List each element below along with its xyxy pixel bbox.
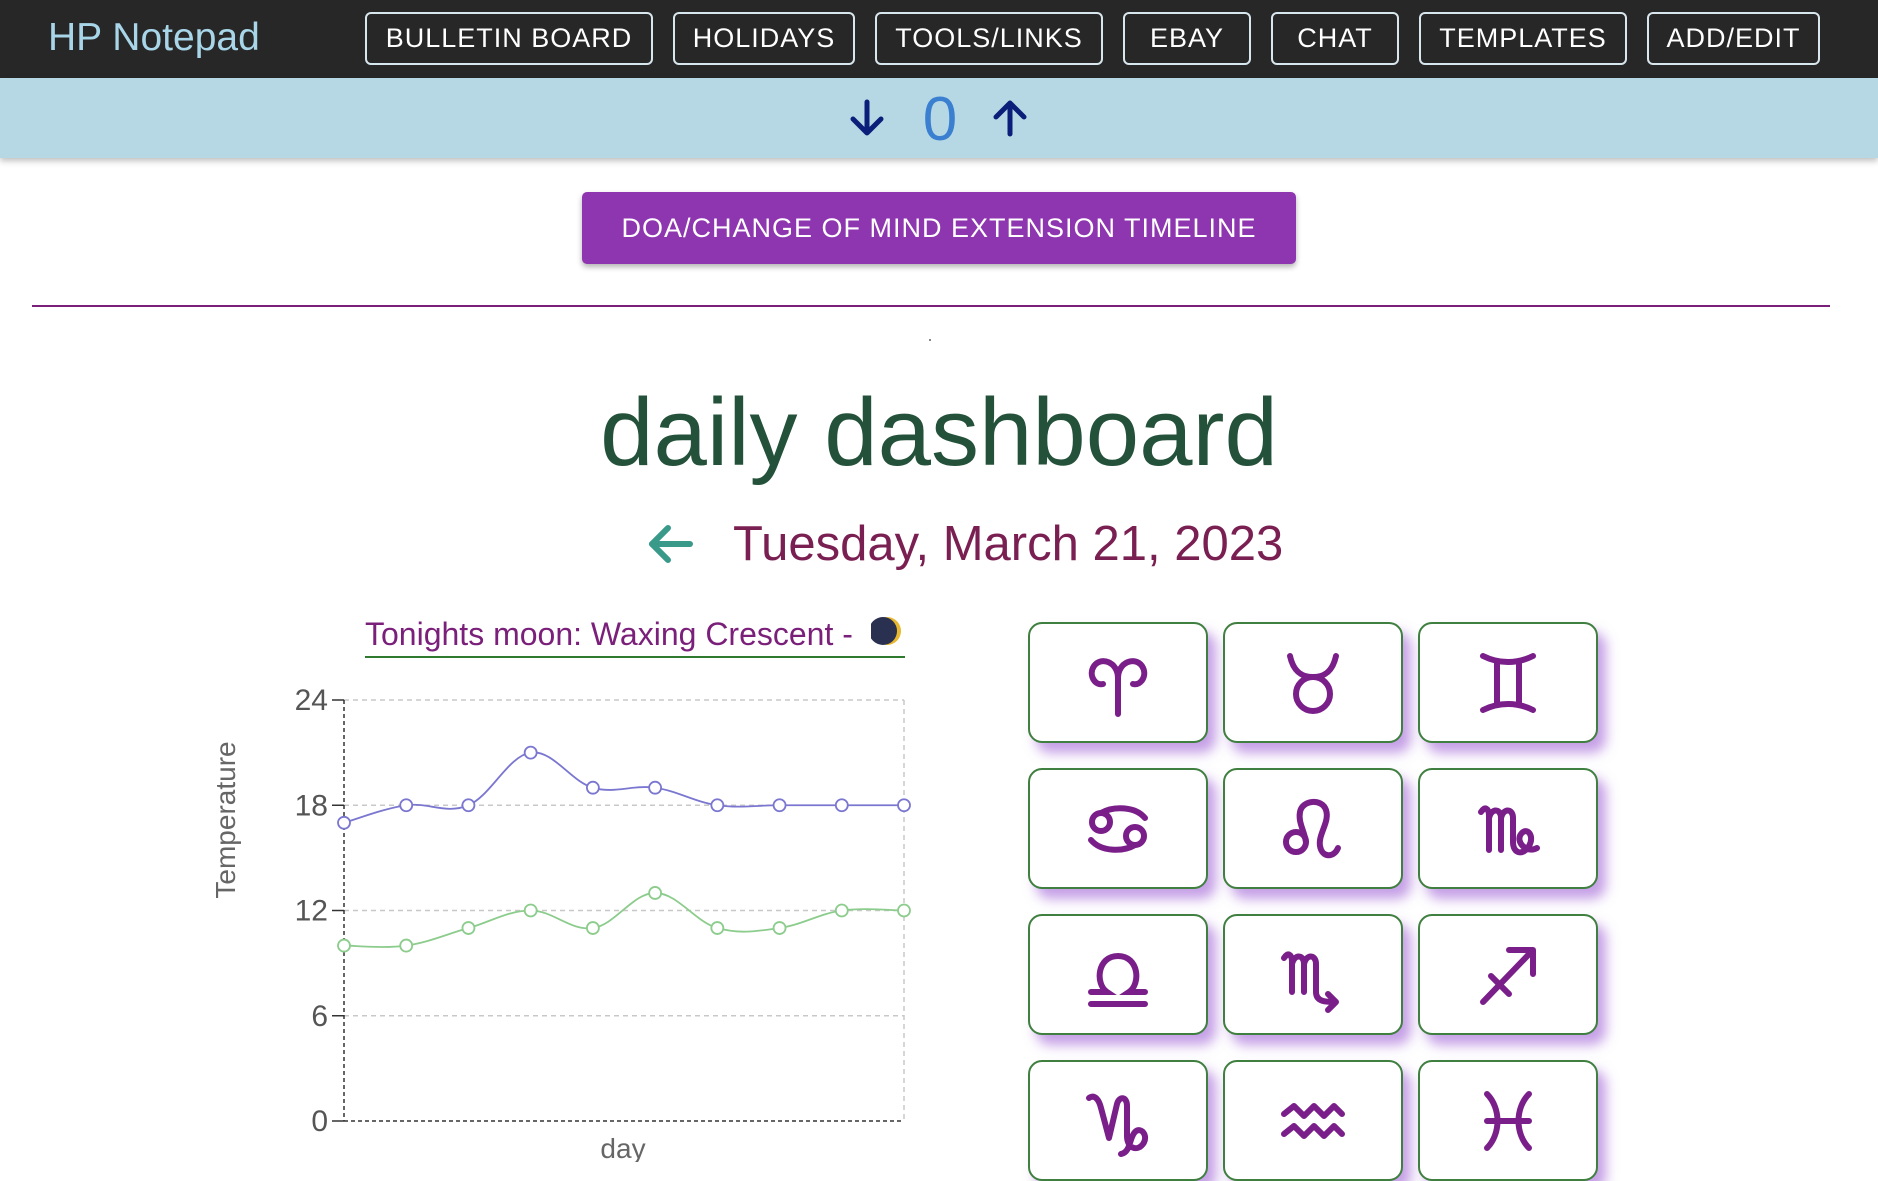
zodiac-tile-taurus[interactable] bbox=[1223, 622, 1403, 743]
zodiac-tile-cancer[interactable] bbox=[1028, 768, 1208, 889]
chart-grid bbox=[344, 699, 905, 1121]
zodiac-tile-scorpio[interactable] bbox=[1223, 914, 1403, 1035]
chart-point bbox=[461, 798, 476, 813]
doa-timeline-button[interactable]: DOA/CHANGE OF MIND EXTENSION TIMELINE bbox=[582, 192, 1296, 264]
chart-y-axis-label: Temperature bbox=[210, 741, 241, 898]
temperature-chart: 0 6 12 18 24 Temperature day bbox=[210, 684, 911, 1162]
app-title[interactable]: HP Notepad bbox=[48, 16, 260, 60]
chart-point bbox=[710, 921, 725, 935]
chart-point bbox=[585, 780, 600, 795]
chart-point bbox=[648, 780, 663, 795]
counter-value: 0 bbox=[922, 85, 958, 154]
zodiac-tile-virgo[interactable] bbox=[1418, 768, 1598, 889]
decorative-speck bbox=[929, 339, 931, 341]
nav-chat-button[interactable]: CHAT bbox=[1271, 12, 1399, 65]
sagittarius-icon bbox=[1480, 946, 1536, 1005]
chart-point bbox=[834, 798, 849, 813]
nav-bulletin-board-button[interactable]: BULLETIN BOARD bbox=[365, 12, 653, 65]
chart-point bbox=[897, 798, 911, 813]
zodiac-tile-gemini[interactable] bbox=[1418, 622, 1598, 743]
chart-point bbox=[337, 815, 351, 830]
arrow-up-icon[interactable] bbox=[986, 94, 1034, 142]
zodiac-tile-leo[interactable] bbox=[1223, 768, 1403, 889]
arrow-left-icon[interactable] bbox=[644, 520, 696, 568]
chart-point bbox=[585, 921, 600, 935]
chart-point bbox=[523, 903, 538, 918]
nav-holidays-button[interactable]: HOLIDAYS bbox=[673, 12, 855, 65]
chart-point bbox=[772, 921, 787, 935]
divider bbox=[32, 305, 1830, 307]
chart-point bbox=[648, 886, 663, 900]
page-title: daily dashboard bbox=[600, 379, 1278, 486]
zodiac-tile-pisces[interactable] bbox=[1418, 1060, 1598, 1181]
pisces-icon bbox=[1484, 1090, 1532, 1151]
chart-y-tick-label: 12 bbox=[295, 895, 328, 928]
chart-point bbox=[834, 903, 849, 918]
moon-phase-line: Tonights moon: Waxing Crescent - bbox=[365, 612, 905, 658]
nav-add-edit-button[interactable]: ADD/EDIT bbox=[1647, 12, 1820, 65]
aries-icon bbox=[1088, 657, 1148, 717]
taurus-icon bbox=[1287, 652, 1339, 714]
chart-series-line-1 bbox=[343, 751, 904, 824]
chart-point bbox=[772, 798, 787, 813]
chart-point bbox=[399, 938, 414, 953]
zodiac-tile-aquarius[interactable] bbox=[1223, 1060, 1403, 1181]
zodiac-tile-libra[interactable] bbox=[1028, 914, 1208, 1035]
aquarius-icon bbox=[1281, 1102, 1345, 1139]
dashboard-date: Tuesday, March 21, 2023 bbox=[733, 517, 1284, 571]
counter-bar: 0 bbox=[0, 78, 1878, 158]
cancer-icon bbox=[1088, 804, 1148, 853]
chart-series-line-2 bbox=[343, 892, 905, 948]
nav-templates-button[interactable]: TEMPLATES bbox=[1419, 12, 1627, 65]
scorpio-icon bbox=[1281, 951, 1339, 1013]
libra-icon bbox=[1088, 952, 1148, 1007]
zodiac-tile-capricorn[interactable] bbox=[1028, 1060, 1208, 1181]
chart-point bbox=[399, 798, 414, 813]
chart-point bbox=[461, 921, 476, 935]
leo-icon bbox=[1283, 798, 1341, 858]
nav-tools-links-button[interactable]: TOOLS/LINKS bbox=[875, 12, 1103, 65]
top-navigation-bar: HP Notepad BULLETIN BOARD HOLIDAYS TOOLS… bbox=[0, 0, 1878, 78]
chart-point bbox=[897, 903, 911, 918]
chart-point bbox=[337, 938, 351, 953]
chart-y-tick-label: 24 bbox=[295, 684, 328, 717]
capricorn-icon bbox=[1086, 1093, 1149, 1157]
virgo-icon bbox=[1478, 805, 1540, 855]
waxing-crescent-moon-icon bbox=[871, 617, 901, 645]
chart-x-axis-label: day bbox=[600, 1133, 645, 1162]
moon-phase-text: Tonights moon: Waxing Crescent - bbox=[365, 616, 853, 652]
chart-series bbox=[337, 745, 911, 953]
zodiac-tile-sagittarius[interactable] bbox=[1418, 914, 1598, 1035]
gemini-icon bbox=[1480, 652, 1536, 713]
chart-y-tick-label: 18 bbox=[295, 789, 328, 822]
zodiac-tile-aries[interactable] bbox=[1028, 622, 1208, 743]
chart-y-tick-label: 0 bbox=[311, 1105, 328, 1138]
chart-y-tick-label: 6 bbox=[311, 1000, 328, 1033]
arrow-down-icon[interactable] bbox=[843, 94, 891, 142]
nav-ebay-button[interactable]: EBAY bbox=[1123, 12, 1251, 65]
chart-point bbox=[523, 745, 538, 760]
chart-point bbox=[710, 798, 725, 813]
